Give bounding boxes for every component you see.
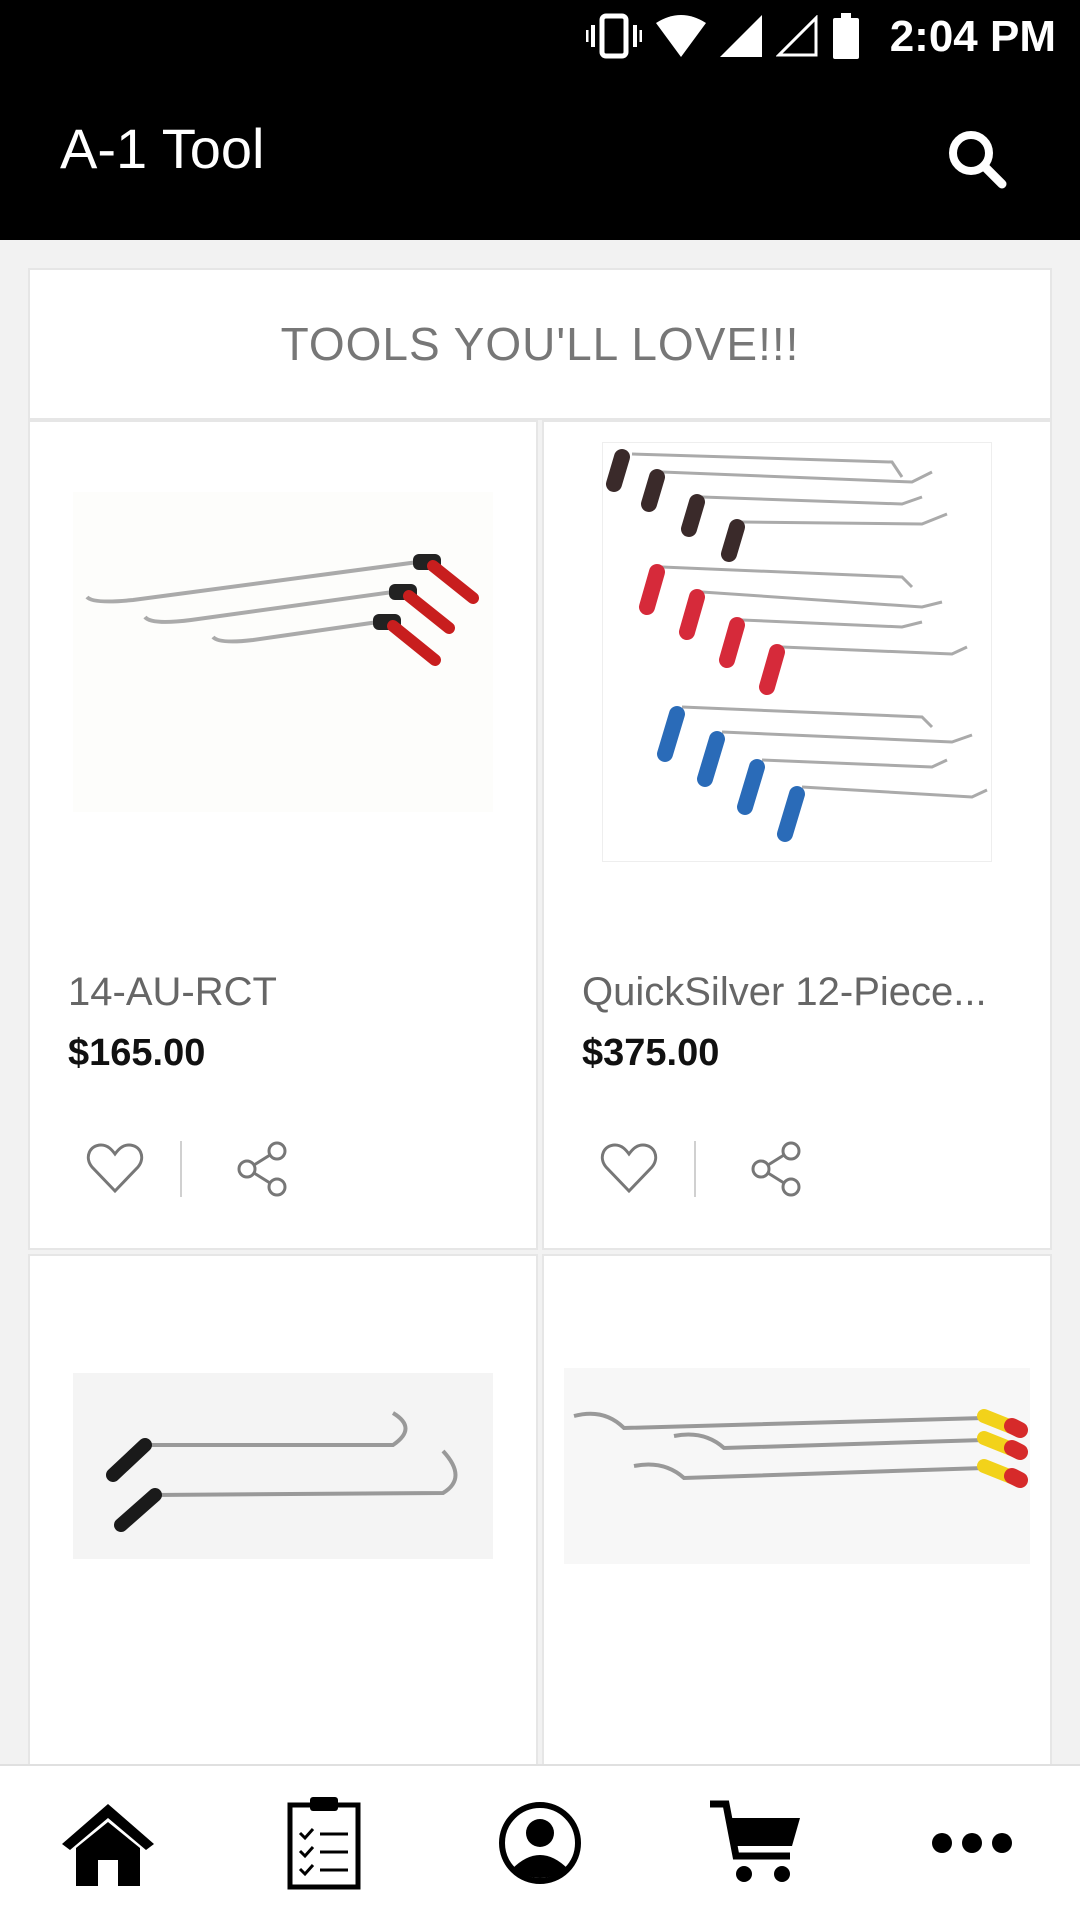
section-title: TOOLS YOU'LL LOVE!!! bbox=[280, 318, 800, 370]
product-price: $165.00 bbox=[68, 1032, 206, 1074]
share-icon bbox=[751, 1141, 801, 1197]
product-card[interactable]: QuickSilver 12-Piece... $375.00 bbox=[542, 420, 1052, 1250]
vibrate-icon bbox=[586, 13, 642, 59]
product-image[interactable] bbox=[564, 442, 1030, 862]
product-name[interactable]: QuickSilver 12-Piece... bbox=[582, 970, 1020, 1015]
battery-icon bbox=[832, 13, 860, 59]
product-image[interactable] bbox=[50, 1356, 516, 1576]
share-button[interactable] bbox=[742, 1134, 812, 1204]
clipboard-checklist-icon bbox=[287, 1797, 361, 1890]
cart-icon bbox=[710, 1800, 800, 1882]
signal-icon bbox=[720, 15, 762, 57]
status-bar: 2:04 PM bbox=[0, 0, 1080, 72]
status-icons bbox=[586, 10, 860, 62]
more-icon bbox=[932, 1833, 1012, 1853]
favorite-button[interactable] bbox=[594, 1134, 664, 1204]
product-card[interactable] bbox=[542, 1254, 1052, 1768]
section-header: TOOLS YOU'LL LOVE!!! bbox=[28, 268, 1052, 420]
favorite-button[interactable] bbox=[80, 1134, 150, 1204]
heart-icon bbox=[600, 1143, 658, 1194]
wifi-icon bbox=[656, 15, 706, 57]
search-icon bbox=[949, 131, 1007, 189]
app-bar: A-1 Tool bbox=[0, 72, 1080, 240]
status-time: 2:04 PM bbox=[889, 12, 1056, 61]
product-grid: 14-AU-RCT $165.00 QuickSilver 12-Piece..… bbox=[28, 420, 1052, 1768]
product-actions bbox=[594, 1134, 812, 1204]
product-image[interactable] bbox=[50, 442, 516, 862]
search-button[interactable] bbox=[944, 126, 1010, 192]
home-icon bbox=[62, 1804, 154, 1886]
nav-home[interactable] bbox=[53, 1788, 163, 1898]
product-list: TOOLS YOU'LL LOVE!!! 14-AU-RCT $165.00 Q… bbox=[28, 268, 1052, 1768]
nav-cart[interactable] bbox=[701, 1788, 811, 1898]
share-icon bbox=[237, 1141, 287, 1197]
app-title: A-1 Tool bbox=[60, 117, 265, 180]
product-image[interactable] bbox=[564, 1356, 1030, 1576]
account-icon bbox=[499, 1802, 581, 1884]
heart-icon bbox=[86, 1143, 144, 1194]
product-price: $375.00 bbox=[582, 1032, 720, 1074]
bottom-nav bbox=[0, 1764, 1080, 1920]
product-card[interactable] bbox=[28, 1254, 538, 1768]
divider bbox=[180, 1141, 182, 1197]
product-card[interactable]: 14-AU-RCT $165.00 bbox=[28, 420, 538, 1250]
product-name[interactable]: 14-AU-RCT bbox=[68, 970, 506, 1015]
share-button[interactable] bbox=[228, 1134, 298, 1204]
signal-empty-icon bbox=[776, 15, 818, 57]
nav-more[interactable] bbox=[917, 1788, 1027, 1898]
nav-orders[interactable] bbox=[269, 1788, 379, 1898]
nav-account[interactable] bbox=[485, 1788, 595, 1898]
product-actions bbox=[80, 1134, 298, 1204]
divider bbox=[694, 1141, 696, 1197]
